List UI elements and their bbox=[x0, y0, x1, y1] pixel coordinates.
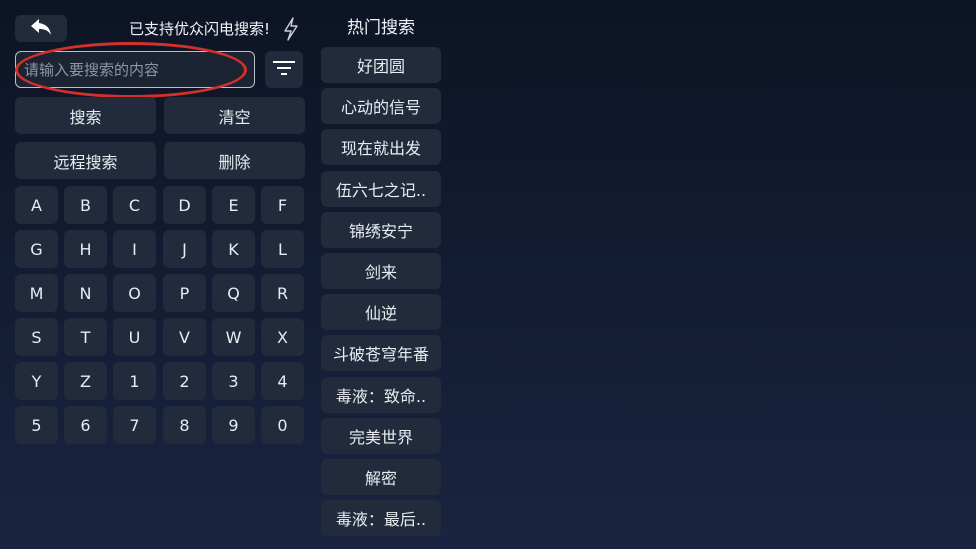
filter-icon bbox=[273, 60, 295, 80]
key-1[interactable]: 1 bbox=[113, 362, 156, 400]
hot-search-item[interactable]: 毒液：最后.. bbox=[321, 500, 441, 537]
hot-search-title: 热门搜索 bbox=[347, 18, 415, 38]
hot-search-item[interactable]: 剑来 bbox=[321, 253, 441, 289]
key-m[interactable]: M bbox=[15, 274, 58, 312]
key-u[interactable]: U bbox=[113, 318, 156, 356]
key-k[interactable]: K bbox=[212, 230, 255, 268]
search-input[interactable] bbox=[16, 52, 254, 87]
key-t[interactable]: T bbox=[64, 318, 107, 356]
key-g[interactable]: G bbox=[15, 230, 58, 268]
lightning-search-notice: 已支持优众闪电搜索! bbox=[128, 20, 270, 38]
key-d[interactable]: D bbox=[163, 186, 206, 224]
key-3[interactable]: 3 bbox=[212, 362, 255, 400]
hot-search-item[interactable]: 心动的信号 bbox=[321, 88, 441, 125]
key-4[interactable]: 4 bbox=[261, 362, 304, 400]
clear-button[interactable]: 清空 bbox=[164, 97, 305, 134]
key-e[interactable]: E bbox=[212, 186, 255, 224]
lightning-icon bbox=[282, 16, 300, 42]
key-o[interactable]: O bbox=[113, 274, 156, 312]
key-0[interactable]: 0 bbox=[261, 406, 304, 444]
hot-search-item[interactable]: 解密 bbox=[321, 459, 441, 495]
key-8[interactable]: 8 bbox=[163, 406, 206, 444]
key-i[interactable]: I bbox=[113, 230, 156, 268]
search-field[interactable] bbox=[15, 51, 255, 88]
hot-search-item[interactable]: 伍六七之记.. bbox=[321, 170, 441, 207]
hot-search-item[interactable]: 完美世界 bbox=[321, 417, 441, 454]
key-l[interactable]: L bbox=[261, 230, 304, 268]
key-n[interactable]: N bbox=[64, 274, 107, 312]
filter-button[interactable] bbox=[265, 51, 303, 88]
key-s[interactable]: S bbox=[15, 318, 58, 356]
hot-search-item[interactable]: 现在就出发 bbox=[321, 129, 441, 166]
key-a[interactable]: A bbox=[15, 186, 58, 224]
key-v[interactable]: V bbox=[163, 318, 206, 356]
key-9[interactable]: 9 bbox=[212, 406, 255, 444]
key-j[interactable]: J bbox=[163, 230, 206, 268]
key-r[interactable]: R bbox=[261, 274, 304, 312]
back-arrow-icon bbox=[30, 18, 52, 40]
key-7[interactable]: 7 bbox=[113, 406, 156, 444]
key-c[interactable]: C bbox=[113, 186, 156, 224]
key-q[interactable]: Q bbox=[212, 274, 255, 312]
key-h[interactable]: H bbox=[64, 230, 107, 268]
key-p[interactable]: P bbox=[163, 274, 206, 312]
hot-search-item[interactable]: 仙逆 bbox=[321, 294, 441, 331]
key-f[interactable]: F bbox=[261, 186, 304, 224]
key-2[interactable]: 2 bbox=[163, 362, 206, 400]
key-w[interactable]: W bbox=[212, 318, 255, 356]
key-z[interactable]: Z bbox=[64, 362, 107, 400]
key-y[interactable]: Y bbox=[15, 362, 58, 400]
delete-button[interactable]: 删除 bbox=[164, 142, 305, 179]
key-6[interactable]: 6 bbox=[64, 406, 107, 444]
hot-search-item[interactable]: 斗破苍穹年番 bbox=[321, 335, 441, 372]
hot-search-item[interactable]: 毒液：致命.. bbox=[321, 376, 441, 413]
key-x[interactable]: X bbox=[261, 318, 304, 356]
hot-search-item[interactable]: 锦绣安宁 bbox=[321, 211, 441, 248]
key-5[interactable]: 5 bbox=[15, 406, 58, 444]
search-button[interactable]: 搜索 bbox=[15, 97, 156, 134]
key-b[interactable]: B bbox=[64, 186, 107, 224]
remote-search-button[interactable]: 远程搜索 bbox=[15, 142, 156, 179]
hot-search-item[interactable]: 好团圆 bbox=[321, 47, 441, 83]
back-button[interactable] bbox=[15, 15, 67, 42]
